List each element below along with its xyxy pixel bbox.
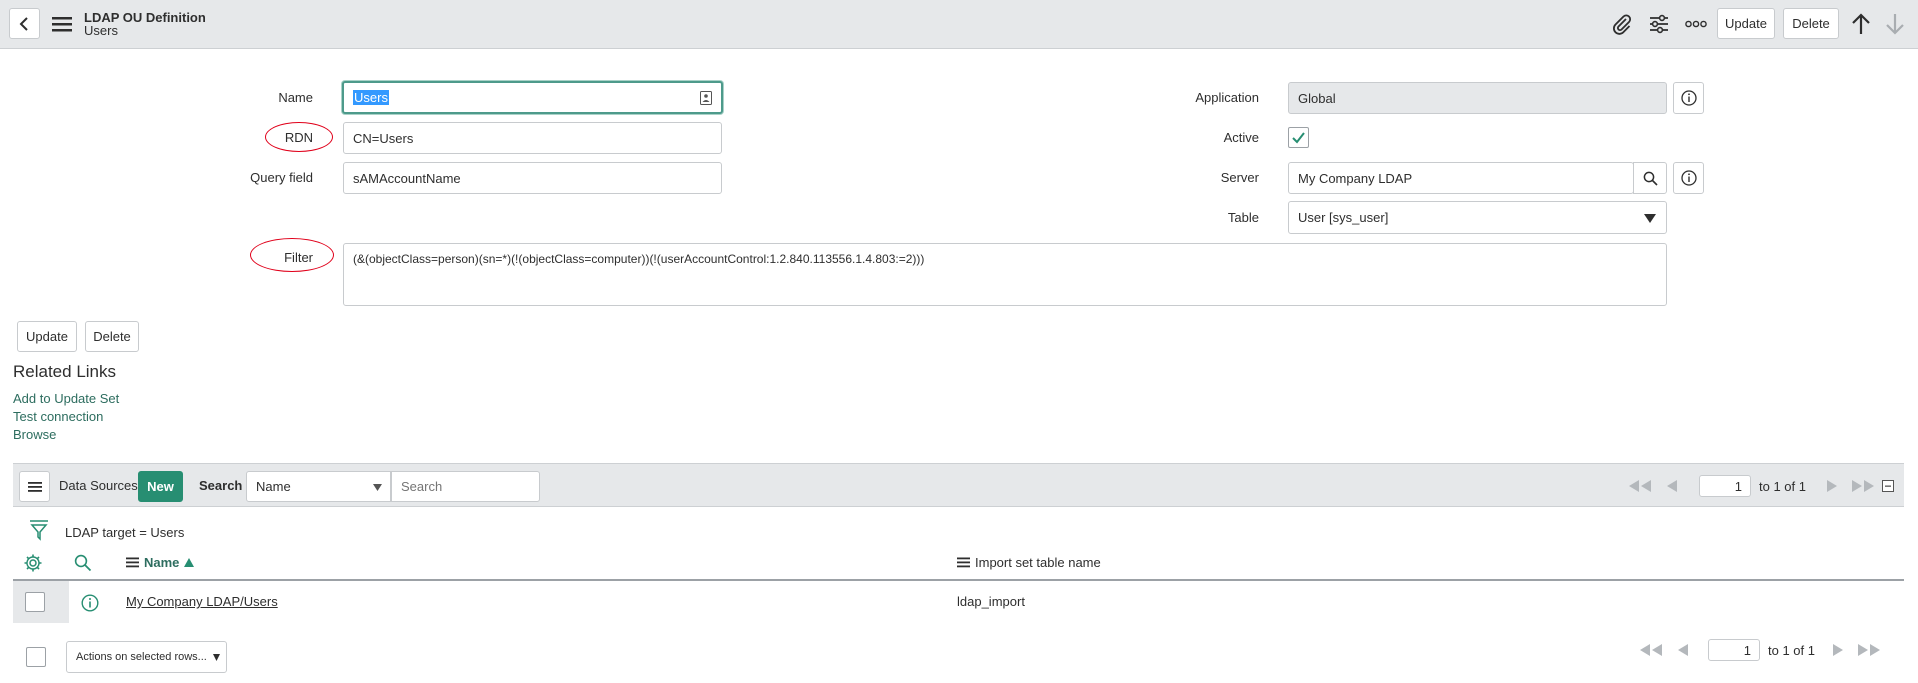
arrow-down-icon[interactable]	[1883, 12, 1907, 36]
form-header: LDAP OU Definition Users Update Delete	[0, 0, 1918, 49]
rdn-input-value: CN=Users	[353, 130, 414, 146]
server-info-button[interactable]	[1673, 162, 1704, 194]
column-menu-icon[interactable]	[957, 557, 970, 568]
server-input-value: My Company LDAP	[1298, 170, 1413, 186]
personalize-sliders-icon[interactable]	[1647, 12, 1671, 36]
row-name-link[interactable]: My Company LDAP/Users	[126, 594, 278, 609]
related-link-test-connection[interactable]: Test connection	[13, 409, 103, 424]
sort-ascending-icon	[184, 558, 195, 567]
application-label: Application	[1195, 90, 1259, 105]
select-all-checkbox[interactable]	[26, 647, 46, 667]
dropdown-caret-icon	[212, 654, 220, 661]
application-input-value: Global	[1298, 90, 1336, 106]
back-button[interactable]	[9, 8, 40, 39]
name-input-value: Users	[353, 90, 389, 105]
server-lookup-button[interactable]	[1633, 162, 1667, 194]
name-label: Name	[278, 90, 313, 105]
header-update-button[interactable]: Update	[1717, 8, 1775, 39]
hamburger-menu-icon[interactable]	[50, 13, 74, 35]
name-input[interactable]: Users	[342, 81, 723, 114]
column-search-icon[interactable]	[73, 553, 93, 573]
info-icon	[1680, 90, 1697, 106]
page-number-input[interactable]: 1	[1699, 475, 1751, 497]
checkmark-icon	[1292, 132, 1305, 144]
previous-page-icon[interactable]	[1675, 642, 1689, 658]
row-import-set-table: ldap_import	[957, 594, 1025, 609]
collapse-list-icon[interactable]	[1881, 479, 1895, 493]
page-subtitle: Users	[84, 23, 118, 38]
next-page-icon[interactable]	[1831, 642, 1845, 658]
actions-on-selected-select[interactable]: Actions on selected rows...	[66, 641, 227, 673]
column-menu-icon[interactable]	[126, 557, 139, 568]
hamburger-menu-icon	[27, 481, 42, 492]
field-contact-icon[interactable]	[699, 91, 713, 105]
dropdown-caret-icon	[372, 483, 382, 491]
server-label: Server	[1220, 170, 1259, 185]
column-header-import-set-table-label: Import set table name	[975, 555, 1101, 570]
search-label: Search	[199, 478, 243, 493]
first-page-icon[interactable]	[1638, 642, 1664, 658]
server-input[interactable]: My Company LDAP	[1288, 162, 1634, 194]
related-list-toolbar: Data Sources New Search Name 1 to 1 of 1	[13, 463, 1904, 507]
related-link-add-to-update-set[interactable]: Add to Update Set	[13, 391, 119, 406]
form-delete-button[interactable]: Delete	[85, 321, 139, 352]
last-page-icon[interactable]	[1856, 642, 1882, 658]
list-menu-button[interactable]	[19, 471, 50, 502]
filter-textarea[interactable]: (&(objectClass=person)(sn=*)(!(objectCla…	[343, 243, 1667, 306]
related-links-heading: Related Links	[13, 362, 117, 381]
active-label: Active	[1223, 130, 1259, 145]
filter-textarea-value: (&(objectClass=person)(sn=*)(!(objectCla…	[353, 252, 925, 266]
more-options-icon[interactable]	[1684, 12, 1708, 36]
form-update-button[interactable]: Update	[17, 321, 77, 352]
pager-range-text: to 1 of 1	[1759, 479, 1806, 494]
filter-annotation-circle	[250, 238, 334, 272]
column-header-name-label: Name	[144, 555, 180, 570]
column-header-import-set-table[interactable]: Import set table name	[957, 555, 1101, 570]
related-link-browse[interactable]: Browse	[13, 427, 56, 442]
row-checkbox[interactable]	[25, 592, 45, 612]
query-field-input[interactable]: sAMAccountName	[343, 162, 722, 194]
list-breadcrumb[interactable]: LDAP target = Users	[65, 525, 184, 540]
paperclip-icon[interactable]	[1610, 12, 1634, 36]
previous-page-icon[interactable]	[1664, 478, 1678, 494]
search-input[interactable]	[391, 471, 540, 502]
query-field-label: Query field	[250, 170, 313, 185]
filter-funnel-icon[interactable]	[28, 518, 50, 542]
query-field-input-value: sAMAccountName	[353, 170, 461, 186]
chevron-left-icon	[19, 16, 28, 31]
next-page-icon[interactable]	[1825, 478, 1839, 494]
application-info-button[interactable]	[1673, 82, 1704, 114]
table-select[interactable]: User [sys_user]	[1288, 201, 1667, 234]
first-page-icon[interactable]	[1627, 478, 1653, 494]
new-button[interactable]: New	[138, 471, 183, 502]
list-settings-gear-icon[interactable]	[22, 552, 44, 574]
last-page-icon[interactable]	[1850, 478, 1876, 494]
table-select-value: User [sys_user]	[1298, 210, 1389, 225]
list-title: Data Sources	[59, 478, 138, 493]
actions-on-selected-value: Actions on selected rows...	[76, 651, 207, 663]
search-icon	[1643, 171, 1658, 186]
rdn-annotation-circle	[265, 122, 333, 152]
header-delete-button[interactable]: Delete	[1783, 8, 1839, 39]
active-checkbox[interactable]	[1288, 127, 1309, 148]
info-icon	[1680, 170, 1697, 186]
column-header-name[interactable]: Name	[126, 555, 195, 570]
table-label: Table	[1227, 210, 1259, 225]
pager-range-text: to 1 of 1	[1768, 643, 1815, 658]
table-row: My Company LDAP/Users ldap_import	[13, 581, 1904, 623]
row-info-icon[interactable]	[80, 593, 100, 613]
arrow-up-icon[interactable]	[1849, 12, 1873, 36]
page-number-input[interactable]: 1	[1708, 639, 1760, 661]
search-field-select[interactable]: Name	[246, 471, 391, 502]
search-field-select-value: Name	[256, 479, 291, 494]
dropdown-caret-icon	[1644, 213, 1656, 223]
application-input: Global	[1288, 82, 1667, 114]
rdn-input[interactable]: CN=Users	[343, 122, 722, 154]
